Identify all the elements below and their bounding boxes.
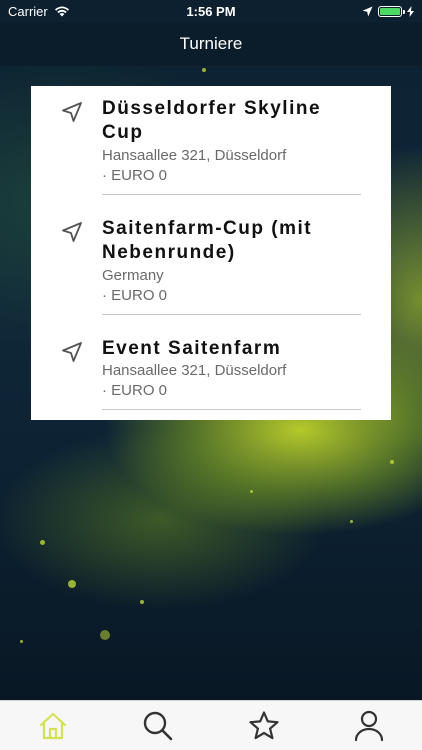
tournament-price: · EURO 0 (102, 287, 168, 304)
bg-speck (20, 640, 23, 643)
status-bar: Carrier 1:56 PM (0, 0, 422, 22)
tournament-title: Düsseldorfer Skyline Cup (102, 98, 322, 143)
star-icon (249, 710, 279, 739)
tab-profile[interactable] (339, 704, 399, 748)
location-arrow-icon (62, 102, 82, 122)
bg-speck (68, 580, 76, 588)
divider (102, 194, 361, 195)
page-title: Turniere (179, 34, 243, 53)
home-icon (39, 712, 66, 739)
profile-icon (355, 710, 384, 741)
tab-search[interactable] (128, 704, 188, 748)
battery-level (380, 7, 400, 15)
tournament-price: · EURO 0 (102, 382, 168, 399)
tournament-title: Event Saitenfarm (102, 338, 282, 359)
tournament-price: · EURO 0 (102, 167, 168, 184)
bg-speck (140, 600, 144, 604)
carrier-label: Carrier (8, 3, 48, 19)
tournament-item[interactable]: Düsseldorfer Skyline Cup Hansaallee 321,… (31, 86, 391, 195)
bg-speck (250, 490, 253, 493)
divider (102, 409, 361, 410)
location-arrow-icon (62, 222, 82, 242)
bg-speck (100, 630, 110, 640)
wifi-icon (54, 6, 69, 17)
tournament-location: Hansaallee 321, Düsseldorf (102, 362, 287, 379)
tab-home[interactable] (23, 704, 83, 748)
bg-speck (390, 460, 394, 464)
tab-bar (0, 700, 422, 750)
tournament-location: Hansaallee 321, Düsseldorf (102, 147, 287, 164)
search-icon (144, 711, 173, 740)
battery-icon (378, 5, 405, 17)
tournament-item[interactable]: Saitenfarm-Cup (mit Nebenrunde) Germany … (31, 206, 391, 315)
tournament-item[interactable]: Event Saitenfarm Hansaallee 321, Düsseld… (31, 326, 391, 410)
tournament-location: Germany (102, 267, 164, 284)
location-arrow-icon (62, 342, 82, 362)
tab-favorites[interactable] (234, 704, 294, 748)
tournament-list: Düsseldorfer Skyline Cup Hansaallee 321,… (31, 86, 391, 420)
bg-speck (202, 68, 206, 72)
bg-speck (350, 520, 353, 523)
divider (102, 314, 361, 315)
tournament-title: Saitenfarm-Cup (mit Nebenrunde) (102, 218, 313, 263)
charging-bolt-icon (407, 5, 414, 17)
navigation-bar: Turniere (0, 22, 422, 66)
location-services-icon (362, 6, 373, 16)
bg-speck (40, 540, 45, 545)
app-screen: Carrier 1:56 PM Turniere Düsseldorfer Sk… (0, 0, 422, 750)
